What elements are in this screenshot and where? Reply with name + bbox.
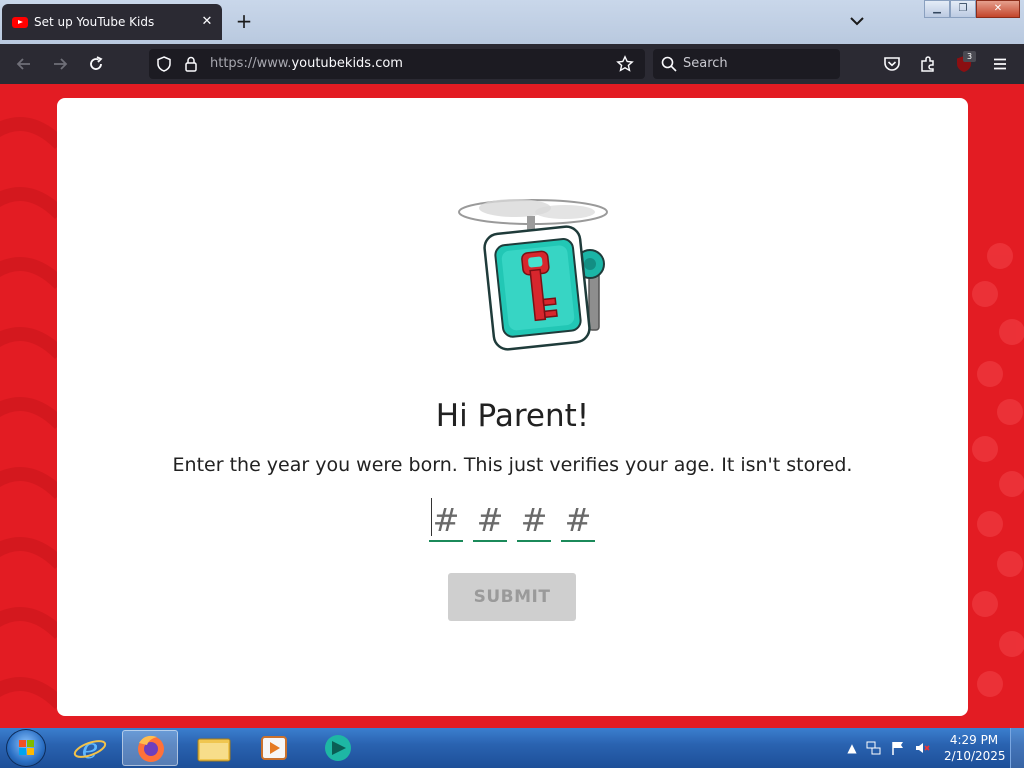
system-clock[interactable]: 4:29 PM 2/10/2025 xyxy=(944,732,1006,764)
tab-strip: Set up YouTube Kids ✕ + ▁ ❐ ✕ xyxy=(0,0,1024,44)
file-explorer-icon[interactable] xyxy=(186,730,242,766)
tab-youtube-kids[interactable]: Set up YouTube Kids ✕ xyxy=(2,4,222,40)
new-tab-button[interactable]: + xyxy=(234,11,254,32)
window-controls: ▁ ❐ ✕ xyxy=(924,0,1020,20)
bookmark-star-icon[interactable] xyxy=(616,55,634,77)
pocket-icon[interactable] xyxy=(882,54,902,74)
ublock-badge: 3 xyxy=(963,51,976,62)
media-player-icon[interactable] xyxy=(246,730,302,766)
tab-title: Set up YouTube Kids xyxy=(34,15,155,29)
svg-text:e: e xyxy=(82,732,99,765)
text-caret xyxy=(431,498,432,536)
shield-icon[interactable] xyxy=(155,55,173,77)
restore-button[interactable]: ❐ xyxy=(950,0,976,18)
digit-input-4[interactable]: # xyxy=(561,498,595,542)
digit-input-1[interactable]: # xyxy=(429,498,463,542)
action-center-flag-icon[interactable] xyxy=(890,740,906,756)
show-desktop-button[interactable] xyxy=(1010,728,1024,768)
start-button[interactable] xyxy=(6,729,46,767)
show-hidden-icons-icon[interactable]: ▲ xyxy=(844,740,860,756)
network-icon[interactable] xyxy=(866,740,882,756)
navigation-toolbar: https://www.youtubekids.com Search 3 xyxy=(0,44,1024,84)
firefox-icon[interactable] xyxy=(122,730,178,766)
key-helicopter-mascot-icon xyxy=(458,199,608,351)
internet-explorer-icon[interactable]: e xyxy=(62,730,118,766)
app-icon[interactable] xyxy=(310,730,366,766)
birth-year-input[interactable]: # # # # xyxy=(429,498,599,544)
page-background: Hi Parent! Enter the year you were born.… xyxy=(0,84,1024,728)
back-arrow-icon[interactable] xyxy=(14,54,34,74)
reload-icon[interactable] xyxy=(86,54,106,74)
address-bar[interactable]: https://www.youtubekids.com xyxy=(149,49,645,79)
tab-close-icon[interactable]: ✕ xyxy=(198,13,216,31)
taskbar: e ▲ 4:29 PM 2/10/2025 xyxy=(0,728,1024,768)
digit-input-3[interactable]: # xyxy=(517,498,551,542)
digit-input-2[interactable]: # xyxy=(473,498,507,542)
instructions-text: Enter the year you were born. This just … xyxy=(172,454,853,476)
url-text: https://www.youtubekids.com xyxy=(210,56,403,71)
close-window-button[interactable]: ✕ xyxy=(976,0,1020,18)
list-all-tabs-chevron-icon[interactable] xyxy=(848,12,866,30)
search-bar[interactable]: Search xyxy=(653,49,840,79)
extensions-icon[interactable] xyxy=(918,54,938,74)
menu-icon[interactable] xyxy=(990,54,1010,74)
minimize-button[interactable]: ▁ xyxy=(924,0,950,18)
youtube-favicon-icon xyxy=(12,16,28,28)
page-heading: Hi Parent! xyxy=(435,398,590,434)
submit-button[interactable]: SUBMIT xyxy=(448,573,576,621)
age-verification-card: Hi Parent! Enter the year you were born.… xyxy=(57,98,968,716)
lock-icon[interactable] xyxy=(183,55,199,77)
forward-arrow-icon[interactable] xyxy=(50,54,70,74)
volume-muted-icon[interactable] xyxy=(914,740,930,756)
clock-date: 2/10/2025 xyxy=(944,749,1006,763)
search-icon xyxy=(661,56,677,76)
search-placeholder: Search xyxy=(683,56,728,71)
clock-time: 4:29 PM xyxy=(949,733,999,747)
